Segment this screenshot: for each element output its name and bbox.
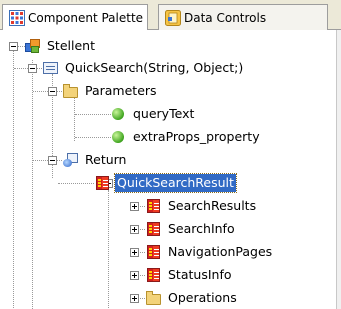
- tree-node-label: SearchResults: [168, 198, 257, 213]
- expand-toggle[interactable]: [130, 202, 139, 211]
- expand-toggle[interactable]: [130, 248, 139, 257]
- folder-icon: [145, 290, 162, 306]
- return-icon: [62, 152, 79, 168]
- application-icon: [24, 38, 41, 54]
- tree-node-label: SearchInfo: [168, 221, 235, 236]
- expand-toggle[interactable]: [130, 271, 139, 280]
- tree-guide-line: [75, 137, 111, 138]
- tree-guide-line: [108, 190, 109, 308]
- data-controls-icon: [165, 9, 181, 26]
- tree-node-quicksearch-method[interactable]: QuickSearch(String, Object;): [42, 58, 245, 78]
- struct-icon: [145, 221, 162, 237]
- tree-node-searchinfo[interactable]: SearchInfo: [145, 219, 237, 239]
- tree-node-label: QuickSearch(String, Object;): [65, 60, 244, 75]
- tree-node-operations[interactable]: Operations: [145, 288, 239, 308]
- tab-component-palette[interactable]: Component Palette: [2, 4, 148, 31]
- tree-node-querytext[interactable]: queryText: [110, 104, 196, 124]
- parameter-icon: [110, 129, 127, 145]
- method-icon: [42, 60, 59, 76]
- scrollbar-edge[interactable]: [336, 30, 341, 309]
- tree-node-label: QuickSearchResult: [114, 173, 237, 193]
- tree-node-label: NavigationPages: [168, 244, 273, 259]
- tree-node-label: StatusInfo: [168, 267, 232, 282]
- expand-toggle[interactable]: [130, 294, 139, 303]
- tab-label: Data Controls: [184, 10, 267, 25]
- collapse-toggle[interactable]: [48, 87, 57, 96]
- tree-node-quicksearchresult[interactable]: QuickSearchResult: [94, 173, 237, 193]
- collapse-toggle[interactable]: [48, 156, 57, 165]
- tree-node-label: Parameters: [85, 83, 157, 98]
- tree-node-label: Operations: [168, 290, 237, 305]
- tree-node-return[interactable]: Return: [62, 150, 128, 170]
- tree-guide-line: [75, 114, 111, 115]
- collapse-toggle[interactable]: [9, 42, 18, 51]
- struct-icon: [94, 175, 111, 191]
- tree-node-label: extraProps_property: [133, 129, 260, 144]
- tree-node-label: Return: [85, 152, 127, 167]
- tree-node-extraprops-property[interactable]: extraProps_property: [110, 127, 262, 147]
- tree-node-navigationpages[interactable]: NavigationPages: [145, 242, 274, 262]
- tree-guide-line: [13, 48, 14, 308]
- tree-node-statusinfo[interactable]: StatusInfo: [145, 265, 234, 285]
- tab-label: Component Palette: [28, 11, 144, 25]
- collapse-toggle[interactable]: [28, 64, 37, 73]
- tree-guide-line: [32, 60, 33, 309]
- struct-icon: [145, 244, 162, 260]
- struct-icon: [145, 267, 162, 283]
- tree-guide-line: [58, 183, 94, 184]
- tab-data-controls[interactable]: Data Controls: [158, 4, 328, 30]
- tree-guide-line: [74, 97, 75, 141]
- folder-icon: [62, 83, 79, 99]
- tree-node-label: queryText: [133, 106, 195, 121]
- tree-node-searchresults[interactable]: SearchResults: [145, 196, 258, 216]
- tree-node-parameters[interactable]: Parameters: [62, 81, 159, 101]
- panel-tab-strip: Component Palette Data Controls: [0, 0, 341, 31]
- tree-node-stellent[interactable]: Stellent: [24, 36, 97, 56]
- tree-node-label: Stellent: [47, 38, 95, 53]
- struct-icon: [145, 198, 162, 214]
- expand-toggle[interactable]: [130, 225, 139, 234]
- parameter-icon: [110, 106, 127, 122]
- component-palette-icon: [9, 10, 25, 26]
